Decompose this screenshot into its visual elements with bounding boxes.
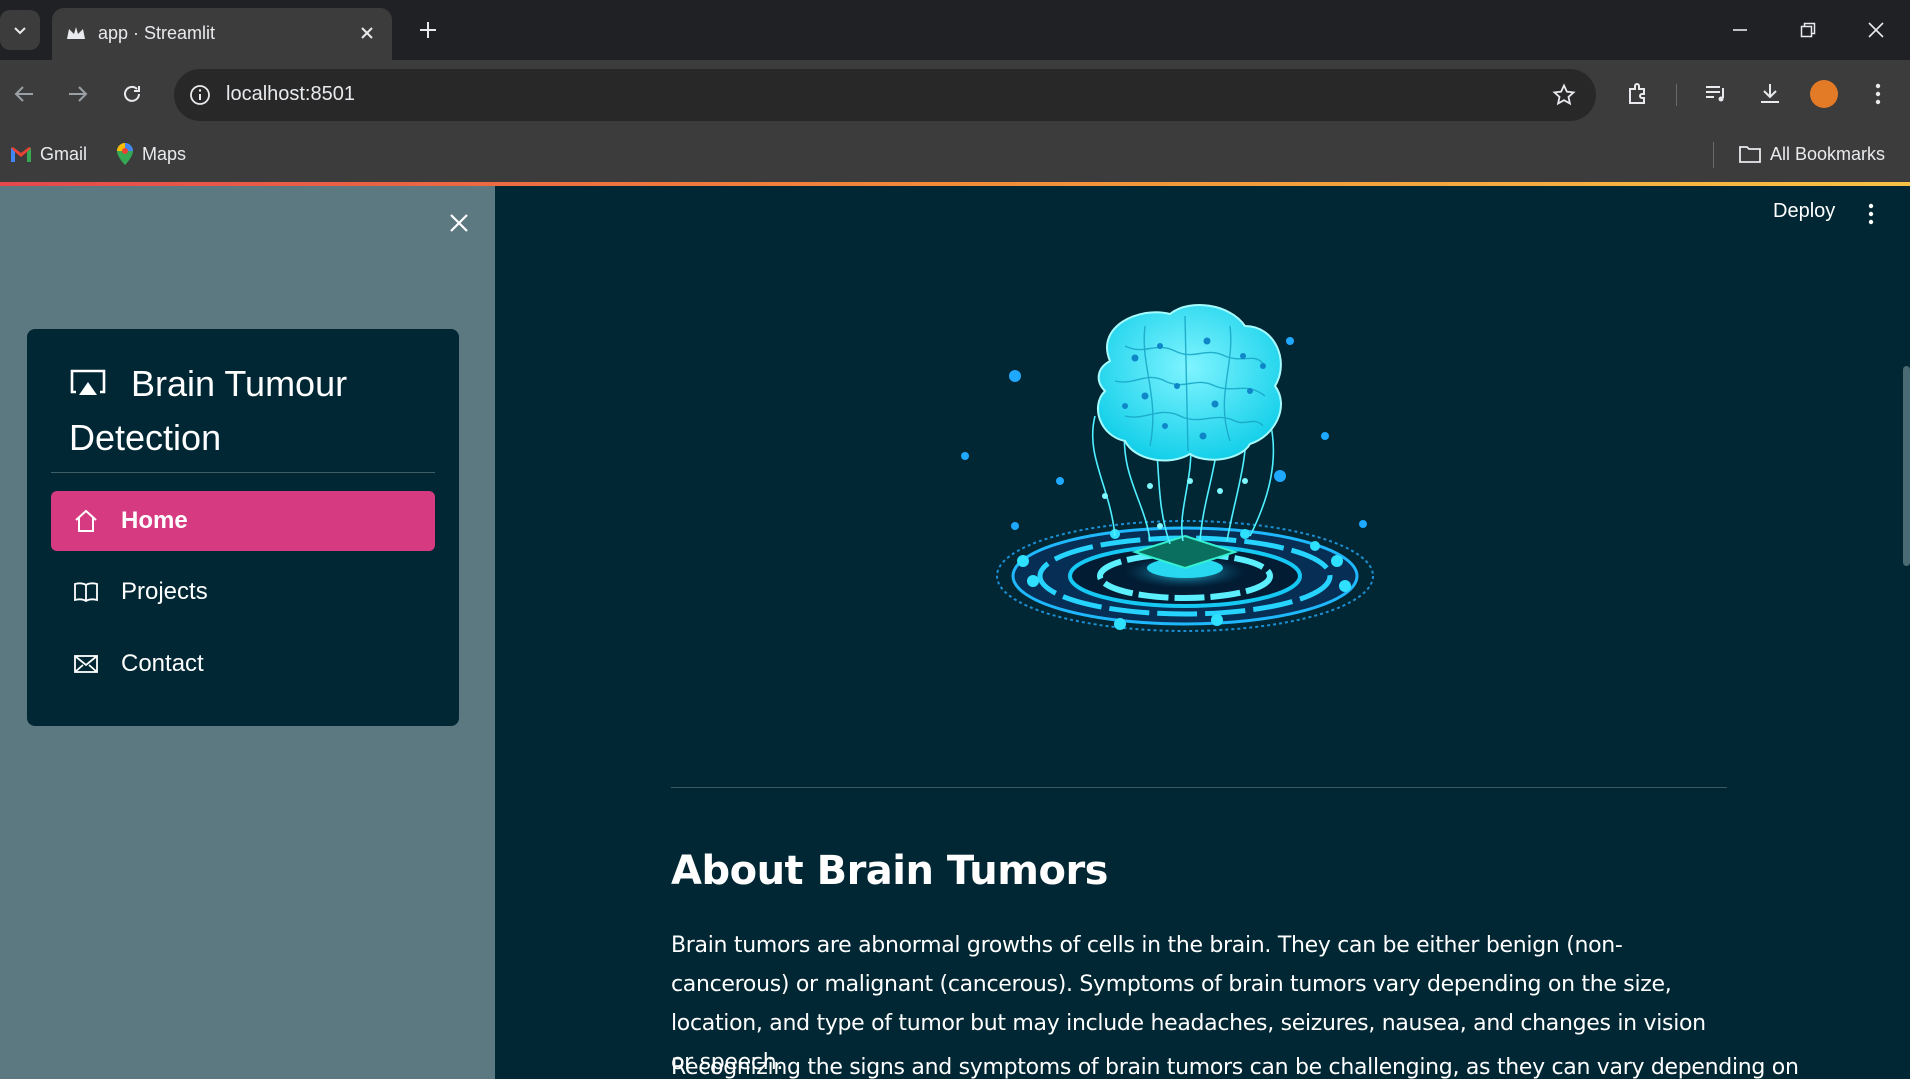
vertical-dots-icon — [1875, 83, 1881, 105]
bookmark-label: Maps — [142, 143, 187, 164]
arrow-right-icon — [69, 86, 88, 102]
horizontal-divider — [671, 787, 1727, 788]
site-info-button[interactable] — [186, 81, 214, 109]
address-bar[interactable]: localhost:8501 — [174, 69, 1596, 121]
bookmarks-bar: Gmail Maps All Bookmarks — [0, 128, 1910, 182]
star-icon — [1552, 83, 1576, 106]
info-icon — [190, 85, 210, 105]
restore-button[interactable] — [1788, 10, 1828, 50]
brain-chip-illustration — [961, 303, 1374, 632]
gmail-icon — [11, 147, 31, 162]
tab-title: app · Streamlit — [98, 23, 216, 43]
window-close-button[interactable] — [1856, 10, 1896, 50]
folder-icon — [1739, 146, 1761, 163]
downloads-button[interactable] — [1750, 74, 1790, 114]
restore-icon — [1800, 22, 1816, 38]
minimize-button[interactable] — [1720, 10, 1760, 50]
plus-icon — [420, 22, 436, 38]
bookmark-star-button[interactable] — [1550, 81, 1578, 109]
close-icon — [361, 27, 373, 39]
nav-item-label: Contact — [121, 650, 204, 677]
book-icon — [74, 582, 98, 603]
section-heading: About Brain Tumors — [671, 848, 1108, 894]
bookmark-maps[interactable]: Maps — [116, 140, 186, 168]
deploy-button[interactable]: Deploy — [1773, 200, 1835, 223]
playlist-icon — [1706, 86, 1724, 102]
bookmark-gmail[interactable]: Gmail — [10, 140, 87, 168]
vertical-dots-icon — [1868, 203, 1874, 225]
back-button[interactable] — [4, 74, 44, 114]
option-menu: Brain Tumour Detection Home Projects Con… — [27, 329, 459, 726]
cast-icon — [70, 369, 106, 395]
nav-item-contact[interactable]: Contact — [51, 634, 435, 694]
bookmarks-divider — [1713, 142, 1714, 168]
nav-item-label: Projects — [121, 578, 208, 605]
reload-button[interactable] — [112, 74, 152, 114]
download-icon — [1761, 84, 1779, 103]
all-bookmarks-button[interactable]: All Bookmarks — [1738, 140, 1885, 168]
extensions-button[interactable] — [1618, 74, 1658, 114]
nav-item-home[interactable]: Home — [51, 491, 435, 551]
close-icon — [450, 214, 468, 232]
maps-icon — [117, 143, 133, 165]
main-content: Deploy About Brain Tumors Brain tumors a… — [495, 186, 1910, 1079]
forward-button[interactable] — [58, 74, 98, 114]
menu-title: Brain Tumour Detection — [69, 357, 429, 465]
media-controls-button[interactable] — [1696, 74, 1736, 114]
nav-item-label: Home — [121, 507, 188, 534]
toolbar-divider — [1676, 84, 1677, 106]
menu-title-text: Brain Tumour Detection — [69, 363, 348, 458]
profile-avatar[interactable] — [1810, 80, 1838, 108]
chrome-menu-button[interactable] — [1858, 74, 1898, 114]
nav-item-projects[interactable]: Projects — [51, 562, 435, 622]
tab-close-button[interactable] — [354, 20, 380, 46]
tab-search-button[interactable] — [0, 10, 40, 50]
envelope-icon — [74, 655, 98, 673]
bookmark-label: Gmail — [40, 143, 88, 164]
scrollbar-thumb[interactable] — [1903, 366, 1910, 566]
all-bookmarks-label: All Bookmarks — [1770, 143, 1886, 164]
close-icon — [1868, 22, 1884, 38]
menu-divider — [51, 472, 435, 473]
browser-tab-strip: app · Streamlit — [0, 0, 1910, 60]
house-icon — [75, 509, 97, 532]
chevron-down-icon — [14, 27, 26, 35]
sidebar-close-button[interactable] — [444, 208, 474, 238]
puzzle-icon — [1629, 83, 1645, 104]
arrow-left-icon — [14, 86, 33, 102]
main-menu-button[interactable] — [1861, 200, 1881, 228]
body-paragraph-2: Recognizing the signs and symptoms of br… — [671, 1055, 1799, 1079]
reload-icon — [124, 85, 140, 102]
browser-tab[interactable]: app · Streamlit — [52, 8, 392, 60]
streamlit-crown-icon — [67, 27, 85, 39]
new-tab-button[interactable] — [412, 14, 444, 46]
minimize-icon — [1733, 29, 1747, 31]
url-text[interactable]: localhost:8501 — [226, 83, 355, 106]
browser-toolbar: localhost:8501 — [0, 60, 1910, 128]
sidebar: Brain Tumour Detection Home Projects Con… — [0, 186, 495, 1079]
